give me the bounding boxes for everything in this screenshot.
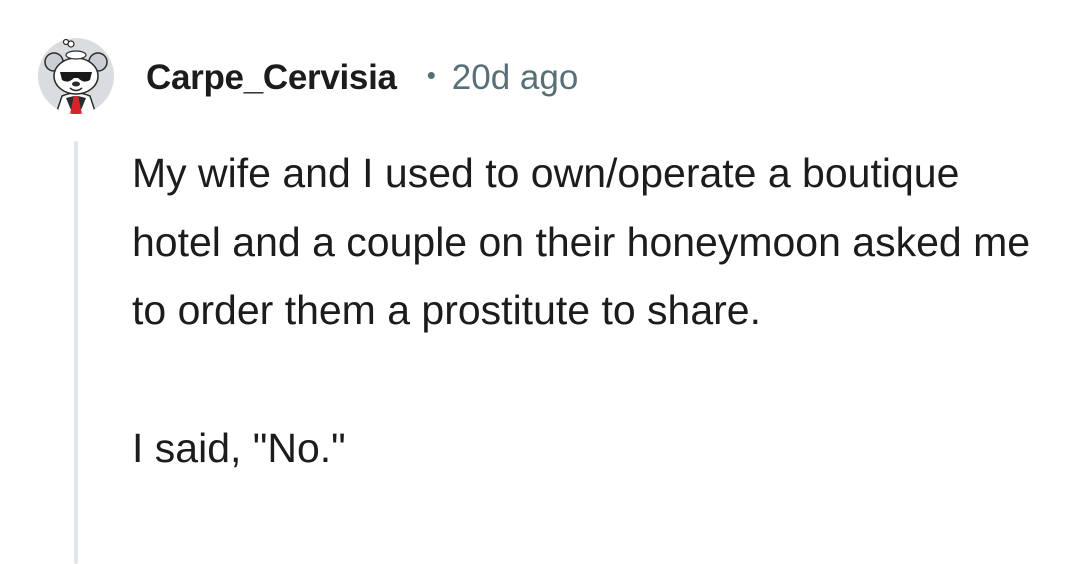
username[interactable]: Carpe_Cervisia xyxy=(146,58,397,98)
comment-header: Carpe_Cervisia • 20d ago xyxy=(146,54,578,102)
thread-line[interactable] xyxy=(74,141,78,564)
separator-dot: • xyxy=(426,59,436,90)
comment-body: My wife and I used to own/operate a bout… xyxy=(132,139,1032,482)
snoo-avatar-icon xyxy=(38,38,114,114)
comment: Carpe_Cervisia • 20d ago My wife and I u… xyxy=(0,0,1080,564)
comment-paragraph: I said, "No." xyxy=(132,424,346,471)
avatar[interactable] xyxy=(38,38,114,114)
timestamp[interactable]: 20d ago xyxy=(452,58,579,98)
comment-paragraph: My wife and I used to own/operate a bout… xyxy=(132,150,1031,333)
